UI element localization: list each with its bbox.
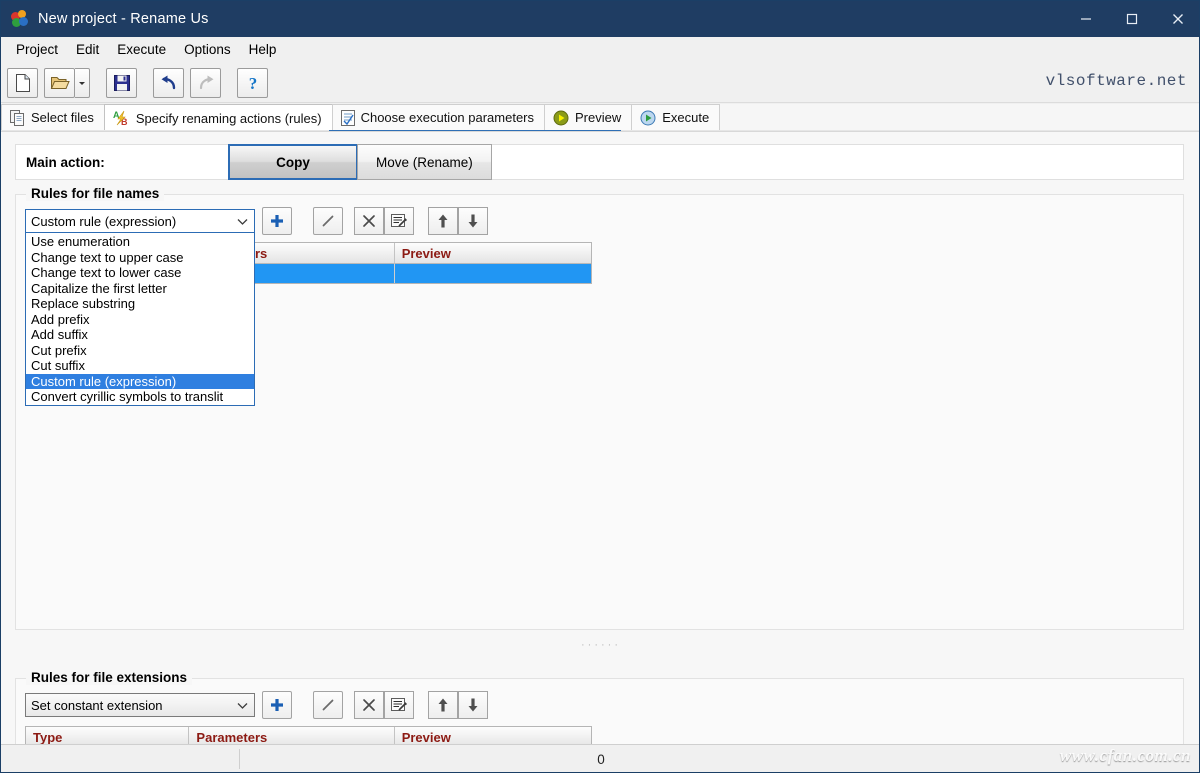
dropdown-option[interactable]: Cut suffix — [26, 358, 254, 374]
tab-execute[interactable]: Execute — [631, 104, 721, 130]
main-action-segmented-control: Copy Move (Rename) — [228, 144, 492, 180]
ab-letters-icon: A B — [113, 110, 130, 126]
tab-label: Preview — [575, 110, 622, 125]
chevron-down-icon — [237, 694, 248, 716]
tab-select-files[interactable]: Select files — [1, 104, 105, 130]
window-controls — [1063, 1, 1199, 37]
copy-files-icon — [10, 109, 25, 126]
dropdown-option[interactable]: Replace substring — [26, 296, 254, 312]
close-button[interactable] — [1155, 1, 1199, 37]
maximize-button[interactable] — [1109, 1, 1155, 37]
tab-label: Execute — [662, 110, 710, 125]
menu-edit[interactable]: Edit — [67, 39, 108, 61]
panel-splitter[interactable]: ······ — [1, 638, 1199, 652]
menu-execute[interactable]: Execute — [108, 39, 175, 61]
app-logo-icon — [11, 10, 29, 28]
application-window: New project - Rename Us Project Edit Exe… — [0, 0, 1200, 773]
rules-for-file-names-title: Rules for file names — [26, 186, 165, 201]
tab-label: Select files — [31, 110, 94, 125]
tab-label: Choose execution parameters — [360, 110, 535, 125]
add-rule-button[interactable] — [262, 207, 292, 235]
delete-ext-rule-button[interactable] — [354, 691, 384, 719]
dropdown-option[interactable]: Change text to lower case — [26, 265, 254, 281]
dropdown-option[interactable]: Add prefix — [26, 312, 254, 328]
edit-ext-rule-button[interactable] — [313, 691, 343, 719]
vendor-brand-label: vlsoftware.net — [1045, 72, 1187, 90]
save-project-button[interactable] — [106, 67, 137, 98]
splitter-grip: ······ — [581, 639, 621, 651]
rule-type-dropdown-list[interactable]: Use enumeration Change text to upper cas… — [25, 232, 255, 406]
ext-rule-type-combo-value: Set constant extension — [31, 697, 163, 713]
undo-button[interactable] — [153, 67, 184, 98]
dropdown-option-selected[interactable]: Custom rule (expression) — [26, 373, 254, 389]
cell-preview — [394, 264, 591, 283]
title-bar: New project - Rename Us — [1, 1, 1199, 37]
play-circle-olive-icon — [553, 110, 569, 126]
rules-for-file-names-group: Rules for file names Custom rule (expres… — [15, 186, 1184, 630]
tab-specify-renaming-actions[interactable]: A B Specify renaming actions (rules) — [103, 104, 333, 131]
wizard-tab-strip: Select files A B Specify renaming action… — [1, 104, 1199, 131]
clear-ext-rules-button[interactable] — [384, 691, 414, 719]
dropdown-option[interactable]: Change text to upper case — [26, 250, 254, 266]
move-rule-up-button[interactable] — [428, 207, 458, 235]
main-action-move-button[interactable]: Move (Rename) — [357, 144, 492, 180]
move-ext-rule-up-button[interactable] — [428, 691, 458, 719]
menu-bar: Project Edit Execute Options Help — [1, 37, 1199, 63]
main-action-copy-button[interactable]: Copy — [228, 144, 358, 180]
open-project-button[interactable] — [44, 67, 75, 98]
tab-label: Specify renaming actions (rules) — [135, 110, 322, 126]
svg-text:?: ? — [248, 74, 257, 92]
window-title: New project - Rename Us — [38, 11, 209, 27]
dropdown-option[interactable]: Add suffix — [26, 327, 254, 343]
move-ext-rule-down-button[interactable] — [458, 691, 488, 719]
open-recent-dropdown-button[interactable] — [75, 67, 90, 98]
rules-for-file-extensions-title: Rules for file extensions — [26, 670, 193, 685]
main-action-bar: Main action: Copy Move (Rename) — [15, 144, 1184, 180]
status-bar: 0 — [1, 744, 1199, 772]
checklist-icon — [340, 109, 355, 126]
minimize-button[interactable] — [1063, 1, 1109, 37]
column-header-preview[interactable]: Preview — [394, 243, 591, 264]
tab-preview[interactable]: Preview — [544, 104, 633, 130]
help-button[interactable]: ? — [237, 67, 268, 98]
menu-project[interactable]: Project — [7, 39, 67, 61]
menu-help[interactable]: Help — [240, 39, 286, 61]
move-rule-down-button[interactable] — [458, 207, 488, 235]
menu-options[interactable]: Options — [175, 39, 240, 61]
dropdown-option[interactable]: Use enumeration — [26, 234, 254, 250]
clear-rules-button[interactable] — [384, 207, 414, 235]
tab-choose-execution-parameters[interactable]: Choose execution parameters — [331, 104, 546, 130]
chevron-down-icon — [237, 210, 248, 232]
add-ext-rule-button[interactable] — [262, 691, 292, 719]
wizard-page-specify-rules: Main action: Copy Move (Rename) Rules fo… — [1, 132, 1199, 772]
rule-type-combo[interactable]: Custom rule (expression) — [25, 209, 255, 233]
status-file-count: 0 — [597, 751, 605, 767]
dropdown-option[interactable]: Cut prefix — [26, 343, 254, 359]
dropdown-option[interactable]: Capitalize the first letter — [26, 281, 254, 297]
ext-rule-type-combo[interactable]: Set constant extension — [25, 693, 255, 717]
dropdown-option[interactable]: Convert cyrillic symbols to translit — [26, 389, 254, 405]
new-project-button[interactable] — [7, 67, 38, 98]
delete-rule-button[interactable] — [354, 207, 384, 235]
main-action-label: Main action: — [26, 154, 105, 170]
redo-button[interactable] — [190, 67, 221, 98]
rule-type-combo-value: Custom rule (expression) — [31, 213, 177, 229]
edit-rule-button[interactable] — [313, 207, 343, 235]
toolbar: ? — [1, 63, 1199, 103]
play-circle-blue-icon — [640, 110, 656, 126]
